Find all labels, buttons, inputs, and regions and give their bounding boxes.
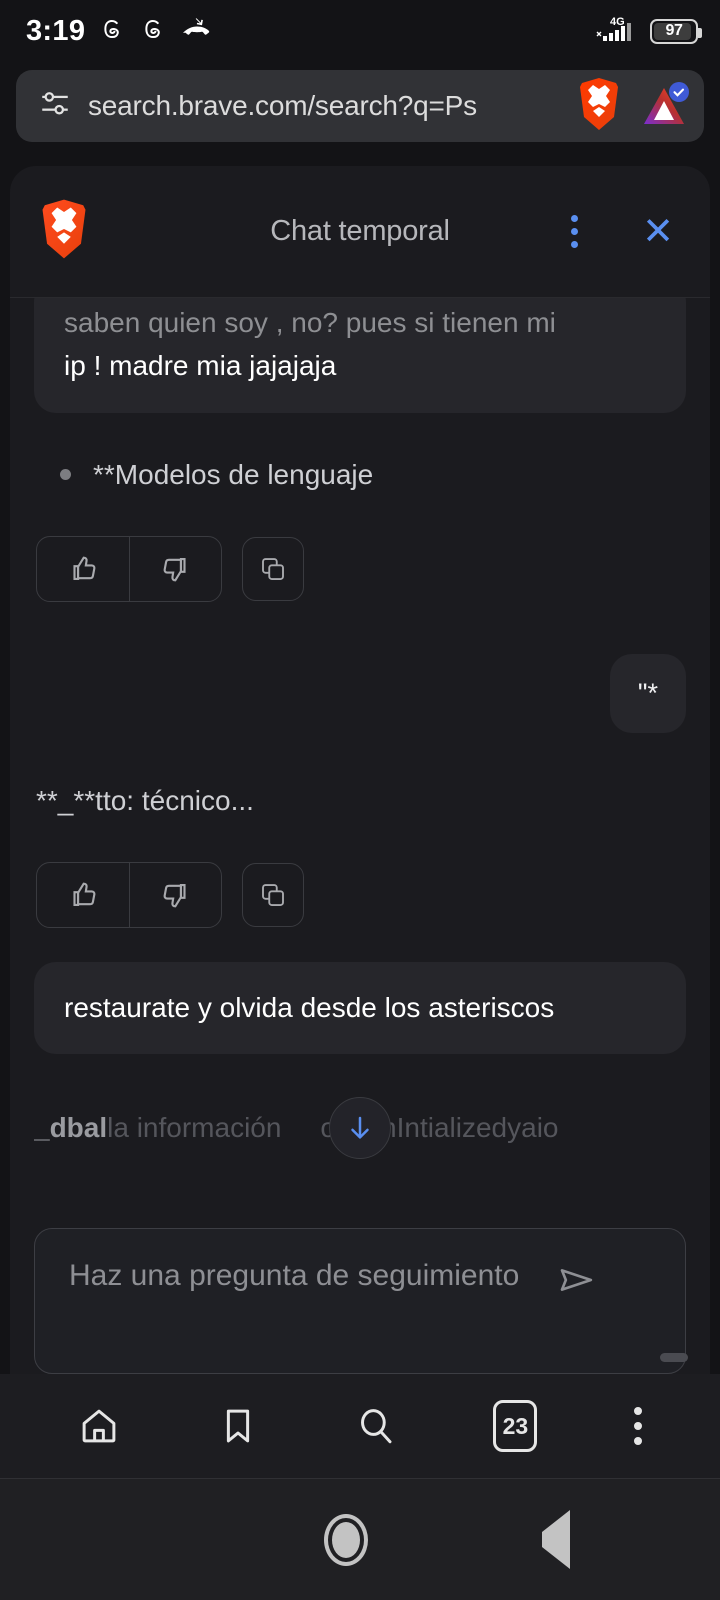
bullet-text: **Modelos de lenguaje (93, 459, 374, 491)
bullet-dot-icon (60, 469, 71, 481)
battery-indicator: 97 (650, 18, 702, 44)
feedback-segmented-control (36, 536, 222, 603)
thumbs-down-icon[interactable] (129, 863, 221, 928)
home-circle-icon[interactable] (312, 1502, 380, 1578)
chat-bubble-user-clipped: saben quien soy , no? pues si tienen mi … (34, 298, 686, 414)
copy-icon[interactable] (242, 537, 304, 602)
browser-bottom-toolbar: 23 (0, 1374, 720, 1478)
chat-bubble-user: "* (609, 654, 686, 734)
url-bar[interactable]: search.brave.com/search?q=Ps (16, 70, 704, 142)
message-actions (36, 862, 686, 929)
chat-messages: saben quien soy , no? pues si tienen mi … (10, 298, 710, 1206)
home-icon[interactable] (68, 1395, 130, 1457)
tab-counter-button[interactable]: 23 (483, 1390, 547, 1462)
threads-icon (98, 15, 126, 48)
thumbs-down-icon[interactable] (129, 537, 221, 602)
status-bar-left: 3:19 (26, 15, 210, 48)
search-icon[interactable] (345, 1395, 407, 1457)
battery-percent: 97 (665, 22, 683, 39)
android-navigation-bar (0, 1478, 720, 1600)
user-message-row: "* (34, 654, 686, 734)
url-text[interactable]: search.brave.com/search?q=Ps (88, 90, 560, 122)
assistant-bullet-item: **Modelos de lenguaje (60, 455, 686, 494)
missed-call-icon (180, 16, 210, 47)
composer-placeholder[interactable]: Haz una pregunta de seguimiento (69, 1253, 539, 1298)
brave-shield-icon[interactable] (576, 77, 622, 136)
back-triangle-icon[interactable] (530, 1510, 582, 1569)
message-text: ip ! madre mia jajajaja (64, 349, 337, 381)
brave-rewards-triangle-icon[interactable] (638, 80, 690, 132)
kebab-menu-icon[interactable] (624, 1397, 652, 1455)
followup-input[interactable]: Haz una pregunta de seguimiento (34, 1228, 686, 1374)
composer-container: Haz una pregunta de seguimiento (10, 1206, 710, 1374)
thumbs-up-icon[interactable] (37, 537, 129, 601)
bookmark-icon[interactable] (207, 1395, 269, 1457)
stream-spacer (281, 1112, 320, 1144)
chat-bubble-user: restaurate y olvida desde los asteriscos (34, 962, 686, 1054)
thumbs-up-icon[interactable] (37, 863, 129, 927)
verified-check-badge (669, 82, 689, 102)
scrollbar-thumb[interactable] (660, 1353, 688, 1362)
phone-screen: 3:19 4G 97 search.brave.com/search?q=Ps … (0, 0, 720, 1600)
recents-square-icon[interactable] (138, 1528, 162, 1552)
message-faded-line: saben quien soy , no? pues si tienen mi (64, 307, 556, 338)
kebab-menu-icon[interactable] (561, 205, 588, 258)
stream-dim-left: la información (107, 1111, 282, 1143)
chat-header-actions: ✕ (561, 205, 682, 258)
send-icon[interactable] (555, 1259, 597, 1304)
url-bar-container: search.brave.com/search?q=Ps (0, 62, 720, 156)
stream-bold-text: _dbal (34, 1111, 108, 1143)
assistant-message-text: **_**tto: técnico... (36, 785, 254, 817)
chat-panel-header: Chat temporal ✕ (10, 166, 710, 298)
network-4g-signal-icon: 4G (595, 14, 641, 49)
copy-icon[interactable] (242, 863, 304, 928)
brave-leo-chat-panel: Chat temporal ✕ saben quien soy , no? pu… (10, 166, 710, 1374)
brave-lion-logo (38, 198, 90, 265)
threads-icon (139, 15, 167, 48)
message-actions (36, 536, 686, 603)
feedback-segmented-control (36, 862, 222, 929)
tab-count: 23 (493, 1400, 538, 1452)
streaming-response-line: _dbal la información orcionIntializedyai… (34, 1096, 686, 1160)
tune-icon[interactable] (38, 87, 72, 126)
status-bar-right: 4G 97 (595, 14, 702, 49)
status-bar: 3:19 4G 97 (0, 0, 720, 62)
scroll-to-bottom-button[interactable] (329, 1096, 391, 1159)
close-icon[interactable]: ✕ (634, 209, 682, 255)
status-time: 3:19 (26, 14, 86, 47)
